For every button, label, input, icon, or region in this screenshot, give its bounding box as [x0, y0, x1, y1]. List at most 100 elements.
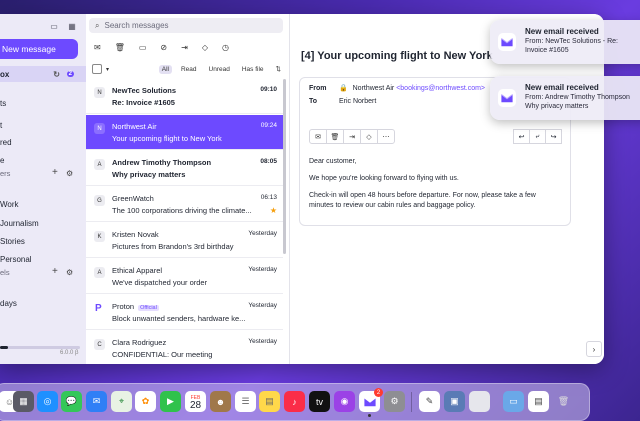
star-icon[interactable]: ★ — [270, 206, 277, 215]
inbox-tray-icon[interactable]: ▭ — [48, 20, 60, 32]
list-item-selected[interactable]: N Northwest Air Your upcoming flight to … — [86, 115, 283, 150]
dock: ☺ ▦ ◎ 💬 ✉ ⌖ ✿ ▶ FEB 28 ☻ ☰ ▤ ♪ tv ◉ 2 ⚙ … — [0, 383, 590, 421]
notification-banner[interactable]: New email received From: Andrew Timothy … — [490, 76, 640, 120]
list-item[interactable]: A Andrew Timothy Thompson Why privacy ma… — [86, 151, 283, 186]
select-dropdown-icon[interactable]: ▾ — [106, 66, 109, 73]
documents-icon[interactable]: ▤ — [528, 391, 549, 412]
sidebar-item-more[interactable]: e — [0, 152, 86, 168]
sidebar-item-starred[interactable]: red — [0, 134, 86, 150]
sidebar-item-label: ts — [0, 98, 7, 108]
message-subject: We've dispatched your order — [112, 278, 208, 287]
maps-icon[interactable]: ⌖ — [111, 391, 132, 412]
filter-read[interactable]: Read — [178, 65, 200, 74]
to-line: To Eric Norbert — [309, 98, 376, 105]
folder-settings-icon[interactable]: ⚙ — [66, 169, 73, 178]
layout-icon[interactable]: ▦ — [66, 20, 78, 32]
sidebar-item-sent[interactable]: t — [0, 117, 86, 133]
expand-chevron-icon[interactable]: › — [586, 341, 602, 357]
sender-name: GreenWatch — [112, 194, 154, 203]
sidebar-item-drafts[interactable]: ts — [0, 95, 86, 111]
facetime-icon[interactable]: ▶ — [160, 391, 181, 412]
message-time: 06:13 — [260, 194, 277, 201]
to-label: To — [309, 98, 318, 105]
trash-icon[interactable]: 🗑 — [326, 129, 344, 144]
message-time: 08:05 — [260, 158, 277, 165]
sidebar-folder-journalism[interactable]: Journalism — [0, 215, 86, 231]
notes-icon[interactable]: ▤ — [259, 391, 280, 412]
trash-icon[interactable]: 🗑 — [115, 43, 125, 52]
label-icon[interactable]: ◇ — [360, 129, 378, 144]
search-placeholder: Search messages — [104, 21, 169, 30]
list-item[interactable]: N NewTec Solutions Re: Invoice #1605 09:… — [86, 79, 283, 114]
label-settings-icon[interactable]: ⚙ — [66, 268, 73, 277]
apple-tv-icon[interactable]: tv — [309, 391, 330, 412]
from-address[interactable]: <bookings@northwest.com> — [396, 85, 485, 92]
snooze-icon[interactable]: ◷ — [222, 43, 229, 52]
downloads-folder-icon[interactable]: ▭ — [503, 391, 524, 412]
launchpad-icon[interactable]: ▦ — [13, 391, 34, 412]
filter-all[interactable]: All — [158, 64, 172, 74]
filter-unread[interactable]: Unread — [206, 65, 233, 74]
mark-read-icon[interactable]: ✉ — [94, 43, 101, 52]
window-icon[interactable] — [469, 391, 490, 412]
list-item[interactable]: G GreenWatch The 100 corporations drivin… — [86, 187, 283, 222]
preview-icon[interactable]: ▣ — [444, 391, 465, 412]
sidebar-label-holidays[interactable]: days — [0, 295, 86, 311]
trash-can-icon[interactable]: 🗑 — [553, 391, 574, 412]
body-paragraph: We hope you're looking forward to flying… — [309, 175, 459, 182]
reminders-icon[interactable]: ☰ — [235, 391, 256, 412]
photos-icon[interactable]: ✿ — [135, 391, 156, 412]
contacts-icon[interactable]: ☻ — [210, 391, 231, 412]
to-name[interactable]: Eric Norbert — [339, 98, 376, 105]
sidebar-folder-work[interactable]: Work — [0, 196, 86, 212]
from-name[interactable]: Northwest Air — [353, 85, 395, 92]
calendar-icon[interactable]: FEB 28 — [185, 391, 206, 412]
reply-icon[interactable]: ↩ — [513, 129, 530, 144]
reply-all-icon[interactable]: ⤶ — [529, 129, 546, 144]
label-icon[interactable]: ◇ — [202, 43, 208, 52]
move-to-folder-icon[interactable]: ⇥ — [181, 43, 188, 52]
sidebar-item-label: days — [0, 298, 17, 308]
select-all-checkbox[interactable] — [92, 64, 102, 74]
refresh-icon[interactable]: ↻ — [53, 70, 60, 79]
spam-icon[interactable]: ⊘ — [160, 43, 167, 52]
list-scrollbar[interactable] — [283, 79, 286, 254]
sort-icon[interactable]: ⇅ — [273, 64, 284, 74]
list-toolbar: ✉ 🗑 ▭ ⊘ ⇥ ◇ ◷ — [94, 43, 229, 52]
filter-has-file[interactable]: Has file — [239, 65, 267, 74]
sidebar-folder-personal[interactable]: Personal — [0, 251, 86, 267]
more-icon[interactable]: ⋯ — [377, 129, 395, 144]
add-label-icon[interactable]: + — [52, 266, 58, 277]
list-item[interactable]: C Clara Rodriguez CONFIDENTIAL: Our meet… — [86, 331, 283, 364]
sidebar-folder-stories[interactable]: Stories — [0, 233, 86, 249]
message-list: ⌕ Search messages ✉ 🗑 ▭ ⊘ ⇥ ◇ ◷ ▾ All Re… — [86, 14, 290, 364]
system-settings-icon[interactable]: ⚙ — [384, 391, 405, 412]
notification-title: New email received — [525, 27, 599, 36]
lock-icon: 🔒 — [338, 85, 348, 92]
search-input[interactable]: ⌕ Search messages — [89, 18, 283, 33]
podcasts-icon[interactable]: ◉ — [334, 391, 355, 412]
forward-icon[interactable]: ↪ — [545, 129, 562, 144]
labels-section-header: els + ⚙ — [0, 266, 86, 277]
proton-mail-dock-icon[interactable]: 2 — [359, 388, 383, 417]
mark-unread-icon[interactable]: ✉ — [309, 129, 327, 144]
move-icon[interactable]: ⇥ — [343, 129, 361, 144]
sender-avatar: A — [94, 267, 105, 278]
notification-banner[interactable]: New email received From: NewTec Solution… — [490, 20, 640, 64]
add-folder-icon[interactable]: + — [52, 167, 58, 178]
new-message-button[interactable]: New message — [0, 39, 78, 59]
messages-icon[interactable]: 💬 — [61, 391, 82, 412]
archive-icon[interactable]: ▭ — [139, 43, 147, 52]
list-item[interactable]: K Kristen Novak Pictures from Brandon's … — [86, 223, 283, 258]
mail-badge: 2 — [374, 388, 383, 397]
mail-icon[interactable]: ✉ — [86, 391, 107, 412]
list-item[interactable]: A Ethical Apparel We've dispatched your … — [86, 259, 283, 294]
textedit-icon[interactable]: ✎ — [419, 391, 440, 412]
list-item[interactable]: P Proton Official Block unwanted senders,… — [86, 295, 283, 330]
safari-icon[interactable]: ◎ — [37, 391, 58, 412]
sidebar-item-inbox[interactable]: ox ↻ 2 — [0, 66, 86, 82]
sender-name: Andrew Timothy Thompson — [112, 158, 212, 167]
music-icon[interactable]: ♪ — [284, 391, 305, 412]
message-time: Yesterday — [248, 338, 277, 345]
notification-body: From: NewTec Solutions - Re: Invoice #16… — [525, 38, 618, 54]
